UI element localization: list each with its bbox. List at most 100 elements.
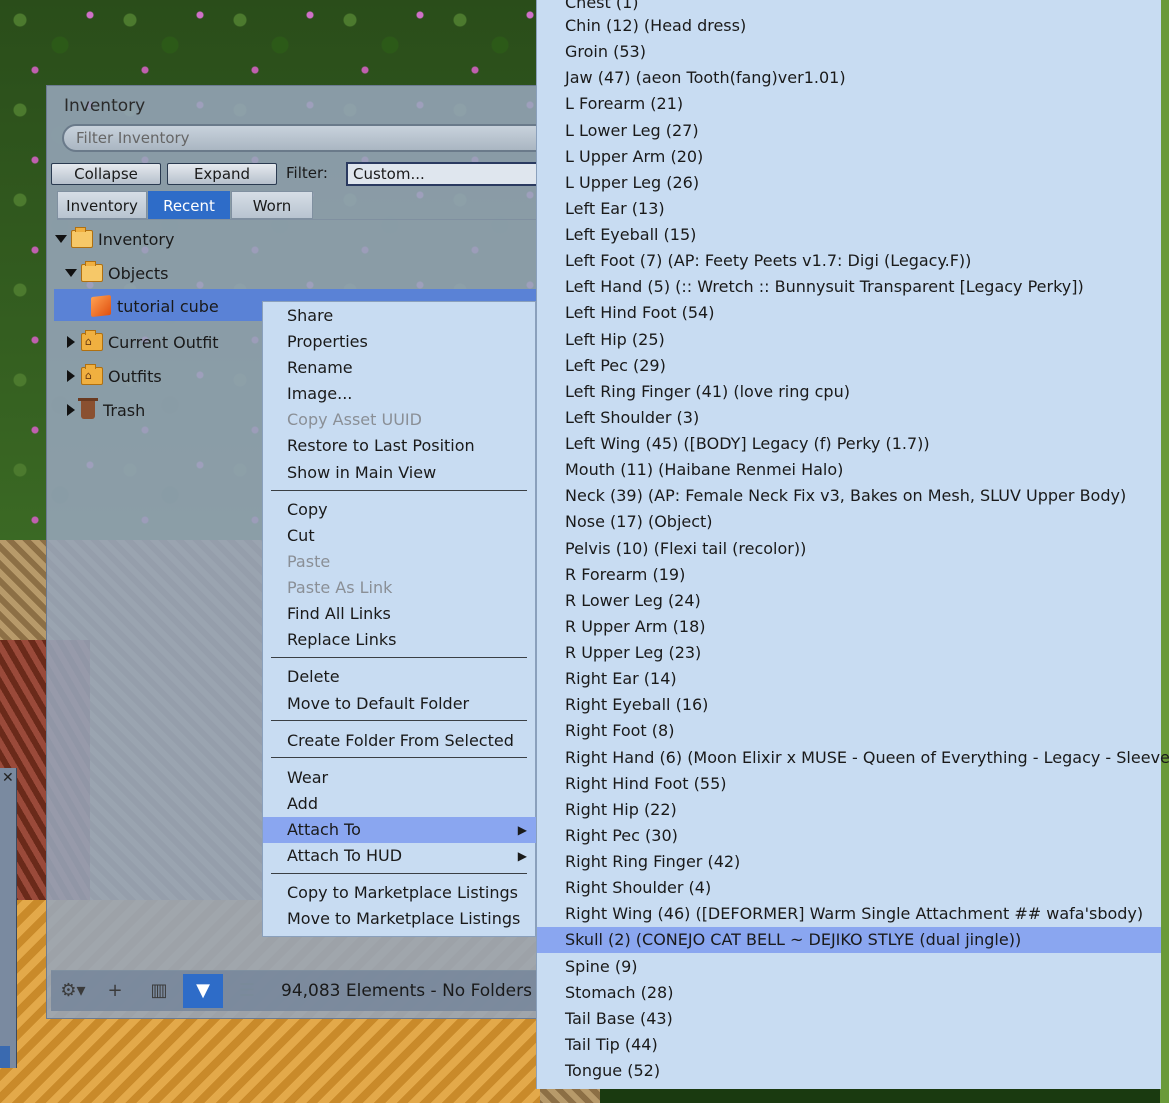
menu-item-attach-to-hud[interactable]: Attach To HUD ▶ <box>263 843 537 869</box>
attach-point-item[interactable]: Right Shoulder (4) <box>537 875 1161 901</box>
attach-point-item[interactable]: Right Hind Foot (55) <box>537 771 1161 797</box>
attach-point-item[interactable]: Left Eyeball (15) <box>537 222 1161 248</box>
close-icon[interactable]: ✕ <box>2 770 14 786</box>
attach-point-item[interactable]: Spine (9) <box>537 954 1161 980</box>
attach-point-item[interactable]: Groin (53) <box>537 39 1161 65</box>
window-title: Inventory <box>64 96 146 116</box>
side-panel-tab[interactable] <box>0 1046 10 1068</box>
attach-point-item[interactable]: Chin (12) (Head dress) <box>537 13 1161 39</box>
attach-point-item[interactable]: Nose (17) (Object) <box>537 509 1161 535</box>
list-icon[interactable]: ☰ <box>227 974 267 1008</box>
menu-item-label: Attach To <box>287 820 361 839</box>
tree-label: Current Outfit <box>108 332 219 352</box>
attach-point-item[interactable]: Left Foot (7) (AP: Feety Peets v1.7: Dig… <box>537 248 1161 274</box>
tree-row-inventory[interactable]: Inventory <box>55 224 174 254</box>
attach-point-item[interactable]: Right Pec (30) <box>537 823 1161 849</box>
menu-item-image[interactable]: Image... <box>263 381 537 407</box>
tree-row-objects[interactable]: Objects <box>65 258 168 288</box>
menu-item-delete[interactable]: Delete <box>263 664 537 690</box>
attach-point-item[interactable]: Right Wing (46) ([DEFORMER] Warm Single … <box>537 901 1161 927</box>
attach-point-item[interactable]: Right Foot (8) <box>537 718 1161 744</box>
tab-inventory[interactable]: Inventory <box>57 191 147 219</box>
submenu-arrow-icon: ▶ <box>517 849 527 863</box>
attach-point-item[interactable]: R Forearm (19) <box>537 562 1161 588</box>
plus-icon[interactable]: + <box>95 974 135 1008</box>
attach-point-item[interactable]: Mouth (11) (Haibane Renmei Halo) <box>537 457 1161 483</box>
attach-point-item[interactable]: Left Shoulder (3) <box>537 405 1161 431</box>
book-icon[interactable]: ▥ <box>139 974 179 1008</box>
filter-inventory-input[interactable]: Filter Inventory <box>62 124 562 152</box>
collapsed-arrow-icon[interactable] <box>67 404 75 416</box>
gear-icon[interactable]: ⚙▾ <box>53 974 93 1008</box>
attach-point-item[interactable]: Right Hand (6) (Moon Elixir x MUSE - Que… <box>537 745 1169 771</box>
tab-recent[interactable]: Recent <box>148 191 230 219</box>
attach-point-item[interactable]: L Lower Leg (27) <box>537 118 1161 144</box>
expand-arrow-icon[interactable] <box>55 235 67 243</box>
menu-item-copy-asset-uuid: Copy Asset UUID <box>287 410 422 429</box>
attach-point-item[interactable]: Right Hip (22) <box>537 797 1161 823</box>
attach-point-item[interactable]: L Upper Leg (26) <box>537 170 1161 196</box>
menu-item-move-to-default-folder[interactable]: Move to Default Folder <box>263 691 537 717</box>
inventory-toolbar: ⚙▾ + ▥ ▼ ☰ 94,083 Elements - No Folders <box>51 970 547 1011</box>
attach-point-item[interactable]: Left Ear (13) <box>537 196 1161 222</box>
object-cube-icon <box>91 294 111 318</box>
attach-point-item[interactable]: R Upper Leg (23) <box>537 640 1161 666</box>
attach-point-item[interactable]: Neck (39) (AP: Female Neck Fix v3, Bakes… <box>537 483 1161 509</box>
filter-icon[interactable]: ▼ <box>183 974 223 1008</box>
attach-point-item[interactable]: Tongue (52) <box>537 1058 1161 1084</box>
attach-point-item[interactable]: Left Pec (29) <box>537 353 1161 379</box>
menu-item-restore-last-position[interactable]: Restore to Last Position <box>263 433 537 459</box>
tree-row-outfits[interactable]: ⌂ Outfits <box>67 361 162 391</box>
tree-row-tutorial-cube[interactable]: tutorial cube <box>91 291 219 321</box>
attach-point-item[interactable]: Jaw (47) (aeon Tooth(fang)ver1.01) <box>537 65 1161 91</box>
tree-label: Outfits <box>108 366 162 386</box>
tab-worn[interactable]: Worn <box>231 191 313 219</box>
tree-label: Objects <box>108 263 169 283</box>
collapse-button[interactable]: Collapse <box>51 163 161 185</box>
attach-point-item[interactable]: Left Hip (25) <box>537 327 1161 353</box>
menu-item-replace-links[interactable]: Replace Links <box>263 627 537 653</box>
menu-item-rename[interactable]: Rename <box>263 355 537 381</box>
menu-item-cut[interactable]: Cut <box>263 523 537 549</box>
filter-select[interactable]: Custom... <box>346 162 566 186</box>
attach-point-item[interactable]: Left Hind Foot (54) <box>537 300 1161 326</box>
expand-button[interactable]: Expand <box>167 163 277 185</box>
menu-item-show-in-main-view[interactable]: Show in Main View <box>263 460 537 486</box>
attach-point-item-selected[interactable]: Skull (2) (CONEJO CAT BELL ~ DEJIKO STLY… <box>537 927 1161 953</box>
menu-separator <box>271 757 527 758</box>
attach-point-item[interactable]: Left Ring Finger (41) (love ring cpu) <box>537 379 1161 405</box>
menu-item-attach-to[interactable]: Attach To ▶ <box>263 817 537 843</box>
attach-point-item[interactable]: Left Hand (5) (:: Wretch :: Bunnysuit Tr… <box>537 274 1161 300</box>
attach-point-item[interactable]: Left Wing (45) ([BODY] Legacy (f) Perky … <box>537 431 1161 457</box>
menu-item-create-folder-from-selected[interactable]: Create Folder From Selected <box>263 728 537 754</box>
side-panel[interactable]: ✕ <box>0 768 17 1068</box>
menu-item-copy-to-marketplace[interactable]: Copy to Marketplace Listings <box>263 880 537 906</box>
expand-arrow-icon[interactable] <box>65 269 77 277</box>
attach-point-item[interactable]: L Forearm (21) <box>537 91 1161 117</box>
collapsed-arrow-icon[interactable] <box>67 336 75 348</box>
menu-item-properties[interactable]: Properties <box>263 329 537 355</box>
attach-point-item[interactable]: Tail Tip (44) <box>537 1032 1161 1058</box>
attach-point-item[interactable]: L Upper Arm (20) <box>537 144 1161 170</box>
outfit-folder-icon: ⌂ <box>81 330 103 351</box>
menu-separator <box>271 720 527 721</box>
menu-item-wear[interactable]: Wear <box>263 765 537 791</box>
attach-point-item[interactable]: Tail Base (43) <box>537 1006 1161 1032</box>
menu-item-copy[interactable]: Copy <box>263 497 537 523</box>
attach-point-item[interactable]: Stomach (28) <box>537 980 1161 1006</box>
menu-item-share[interactable]: Share <box>263 303 537 329</box>
attach-point-item[interactable]: Pelvis (10) (Flexi tail (recolor)) <box>537 536 1161 562</box>
menu-item-label: Attach To HUD <box>287 846 403 865</box>
menu-item-move-to-marketplace[interactable]: Move to Marketplace Listings <box>263 906 537 932</box>
attach-point-item[interactable]: R Upper Arm (18) <box>537 614 1161 640</box>
attach-point-item[interactable]: Right Eyeball (16) <box>537 692 1161 718</box>
tree-row-trash[interactable]: Trash <box>67 395 145 425</box>
menu-item-find-all-links[interactable]: Find All Links <box>263 601 537 627</box>
attach-point-item[interactable]: Right Ear (14) <box>537 666 1161 692</box>
collapsed-arrow-icon[interactable] <box>67 370 75 382</box>
attach-point-item[interactable]: Right Ring Finger (42) <box>537 849 1161 875</box>
submenu-arrow-icon: ▶ <box>517 823 527 837</box>
menu-item-add[interactable]: Add <box>263 791 537 817</box>
tree-row-current-outfit[interactable]: ⌂ Current Outfit <box>67 327 219 357</box>
attach-point-item[interactable]: R Lower Leg (24) <box>537 588 1161 614</box>
